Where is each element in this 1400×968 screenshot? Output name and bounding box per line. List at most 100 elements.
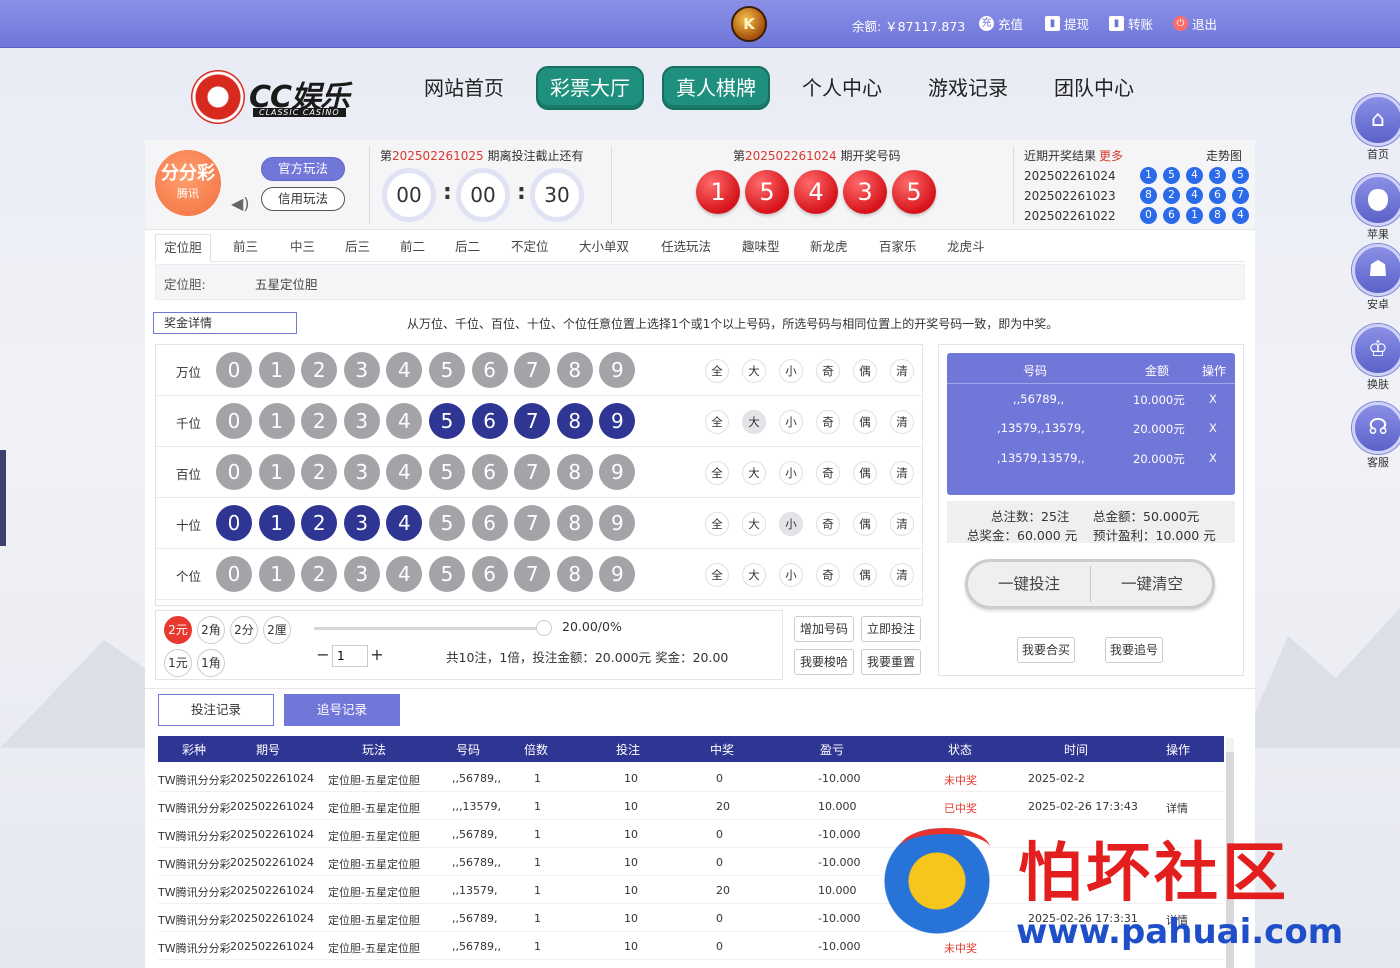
- digit-ball[interactable]: 5: [429, 505, 465, 541]
- filter-button[interactable]: 奇: [816, 359, 840, 383]
- unit-1yuan[interactable]: 1元: [164, 649, 192, 677]
- tab-dingweidan[interactable]: 定位胆: [155, 234, 211, 262]
- digit-ball[interactable]: 4: [386, 352, 423, 388]
- remove-bet-button[interactable]: X: [1209, 451, 1217, 465]
- filter-button[interactable]: 偶: [853, 359, 877, 383]
- filter-button[interactable]: 偶: [853, 461, 877, 485]
- digit-ball[interactable]: 4: [386, 556, 423, 592]
- filter-button[interactable]: 小: [779, 563, 803, 587]
- filter-button[interactable]: 大: [742, 461, 766, 485]
- filter-button[interactable]: 偶: [853, 512, 877, 536]
- unit-2fen[interactable]: 2分: [230, 616, 258, 644]
- nav-personal-center[interactable]: 个人中心: [788, 66, 896, 110]
- filter-button[interactable]: 大: [742, 359, 766, 383]
- digit-ball[interactable]: 8: [556, 403, 593, 439]
- digit-ball[interactable]: 2: [301, 454, 338, 490]
- filter-button[interactable]: 奇: [816, 563, 840, 587]
- digit-ball[interactable]: 7: [514, 556, 551, 592]
- filter-button[interactable]: 清: [890, 512, 914, 536]
- one-click-clear-button[interactable]: 一键清空: [1091, 562, 1213, 606]
- filter-button[interactable]: 奇: [816, 512, 840, 536]
- one-click-bet-button[interactable]: 一键投注: [968, 562, 1090, 606]
- reset-button[interactable]: 我要重置: [861, 649, 921, 675]
- digit-ball[interactable]: 2: [301, 403, 338, 439]
- digit-ball[interactable]: 3: [343, 505, 380, 541]
- unit-2yuan[interactable]: 2元: [164, 616, 192, 644]
- filter-button[interactable]: 奇: [816, 410, 840, 434]
- minus-button[interactable]: −: [314, 646, 332, 666]
- filter-button[interactable]: 全: [705, 512, 729, 536]
- multiplier-input[interactable]: [332, 645, 368, 667]
- digit-ball[interactable]: 0: [216, 403, 252, 439]
- digit-ball[interactable]: 9: [599, 403, 636, 439]
- bet-now-button[interactable]: 立即投注: [861, 616, 921, 642]
- tab-quweixing[interactable]: 趣味型: [742, 234, 780, 262]
- tab-chase-records[interactable]: 追号记录: [284, 694, 400, 726]
- filter-button[interactable]: 小: [779, 359, 803, 383]
- side-apple[interactable]: 苹果: [1350, 174, 1400, 242]
- tab-budingwei[interactable]: 不定位: [511, 234, 549, 262]
- unit-2li[interactable]: 2厘: [263, 616, 291, 644]
- digit-ball[interactable]: 5: [429, 403, 465, 439]
- digit-ball[interactable]: 1: [258, 352, 295, 388]
- digit-ball[interactable]: 1: [258, 505, 295, 541]
- speaker-icon[interactable]: ◀): [231, 194, 250, 213]
- group-buy-button[interactable]: 我要合买: [1017, 637, 1075, 663]
- digit-ball[interactable]: 0: [216, 454, 252, 490]
- digit-ball[interactable]: 6: [471, 556, 508, 592]
- prize-details-button[interactable]: 奖金详情: [153, 312, 297, 334]
- digit-ball[interactable]: 1: [258, 454, 295, 490]
- nav-team-center[interactable]: 团队中心: [1040, 66, 1148, 110]
- chase-number-button[interactable]: 我要追号: [1105, 637, 1163, 663]
- tab-longhudou[interactable]: 龙虎斗: [947, 234, 985, 262]
- filter-button[interactable]: 清: [890, 461, 914, 485]
- digit-ball[interactable]: 0: [216, 352, 252, 388]
- left-edge-tab[interactable]: [0, 450, 6, 546]
- tab-houer[interactable]: 后二: [455, 234, 480, 262]
- tab-baijiale[interactable]: 百家乐: [879, 234, 917, 262]
- recharge-link[interactable]: 充 充值: [979, 14, 1023, 33]
- filter-button[interactable]: 大: [742, 410, 766, 434]
- digit-ball[interactable]: 6: [471, 403, 508, 439]
- digit-ball[interactable]: 0: [216, 556, 252, 592]
- digit-ball[interactable]: 9: [599, 505, 636, 541]
- nav-home[interactable]: 网站首页: [410, 66, 518, 110]
- filter-button[interactable]: 全: [705, 359, 729, 383]
- digit-ball[interactable]: 4: [386, 454, 423, 490]
- unit-2jiao[interactable]: 2角: [197, 616, 225, 644]
- digit-ball[interactable]: 1: [258, 556, 295, 592]
- digit-ball[interactable]: 9: [599, 352, 636, 388]
- site-logo[interactable]: CC娱乐 CLASSIC CASINO: [191, 68, 351, 124]
- digit-ball[interactable]: 8: [556, 556, 593, 592]
- digit-ball[interactable]: 5: [429, 352, 465, 388]
- tab-qianer[interactable]: 前二: [400, 234, 425, 262]
- credit-play-button[interactable]: 信用玩法: [261, 187, 345, 211]
- digit-ball[interactable]: 6: [471, 505, 508, 541]
- digit-ball[interactable]: 2: [301, 352, 338, 388]
- filter-button[interactable]: 偶: [853, 410, 877, 434]
- digit-ball[interactable]: 9: [599, 556, 636, 592]
- logout-link[interactable]: ⏻ 退出: [1173, 14, 1217, 33]
- remove-bet-button[interactable]: X: [1209, 392, 1217, 406]
- transfer-link[interactable]: ▮ 转账: [1109, 14, 1153, 33]
- side-android[interactable]: ☗ 安卓: [1350, 244, 1400, 312]
- tab-bet-records[interactable]: 投注记录: [158, 694, 274, 726]
- side-skin[interactable]: ♔ 换肤: [1350, 324, 1400, 392]
- plus-button[interactable]: +: [368, 646, 386, 666]
- digit-ball[interactable]: 2: [301, 505, 338, 541]
- nav-lottery-hall[interactable]: 彩票大厅: [536, 66, 644, 110]
- filter-button[interactable]: 清: [890, 410, 914, 434]
- more-link[interactable]: 更多: [1099, 149, 1123, 163]
- filter-button[interactable]: 小: [779, 410, 803, 434]
- filter-button[interactable]: 清: [890, 359, 914, 383]
- tab-xinlonghu[interactable]: 新龙虎: [810, 234, 848, 262]
- rebate-slider[interactable]: [314, 620, 552, 636]
- sub-play-option[interactable]: 五星定位胆: [255, 274, 318, 293]
- digit-ball[interactable]: 4: [386, 505, 423, 541]
- filter-button[interactable]: 奇: [816, 461, 840, 485]
- all-in-button[interactable]: 我要梭哈: [794, 649, 854, 675]
- nav-game-records[interactable]: 游戏记录: [914, 66, 1022, 110]
- digit-ball[interactable]: 7: [514, 352, 551, 388]
- tab-zhongsan[interactable]: 中三: [290, 234, 315, 262]
- digit-ball[interactable]: 7: [514, 403, 551, 439]
